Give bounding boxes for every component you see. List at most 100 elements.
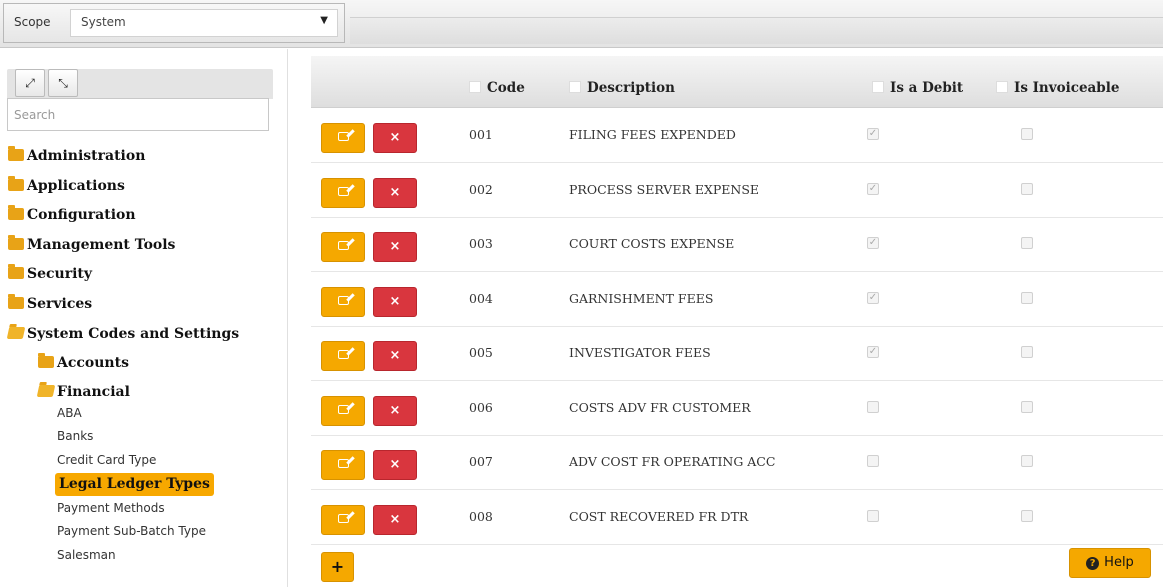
tree-item-services[interactable]: Services — [8, 293, 92, 315]
cell-description: COURT COSTS EXPENSE — [569, 236, 735, 251]
column-header-is-a-debit[interactable]: Is a Debit — [872, 80, 963, 96]
ledger-types-grid: Code Description Is a Debit Is Invoiceab… — [311, 56, 1163, 587]
cell-description: ADV COST FR OPERATING ACC — [569, 454, 776, 469]
search-input[interactable] — [7, 98, 269, 131]
cell-code: 006 — [469, 399, 493, 415]
cell-description: PROCESS SERVER EXPENSE — [569, 181, 760, 197]
tree-item-configuration[interactable]: Configuration — [8, 204, 136, 226]
edit-button[interactable] — [321, 504, 365, 535]
help-button[interactable]: ? Help — [1069, 548, 1151, 578]
delete-button[interactable]: × — [373, 232, 417, 262]
folder-icon — [8, 205, 24, 220]
is-invoiceable-checkbox[interactable] — [1021, 400, 1033, 413]
column-header-description[interactable]: Description — [569, 80, 675, 96]
cell-description: COST RECOVERED FR DTR — [569, 508, 749, 524]
edit-button[interactable] — [321, 286, 365, 317]
scope-bar: Scope System ▼ — [0, 0, 1163, 48]
is-debit-checkbox[interactable] — [867, 400, 879, 413]
tree-item-security[interactable]: Security — [8, 263, 92, 285]
tree-leaf-payment-methods[interactable]: Payment Methods — [55, 498, 165, 518]
is-debit-checkbox[interactable]: ✓ — [867, 237, 879, 249]
tree-item-applications[interactable]: Applications — [8, 175, 125, 197]
column-checkbox[interactable] — [872, 81, 884, 93]
edit-icon — [337, 132, 349, 141]
is-debit-checkbox[interactable]: ✓ — [867, 128, 879, 140]
delete-button[interactable]: × — [373, 341, 417, 371]
edit-icon — [337, 404, 349, 414]
delete-button[interactable]: × — [373, 123, 417, 153]
is-debit-checkbox[interactable] — [867, 509, 879, 522]
cell-code: 002 — [469, 181, 493, 197]
is-invoiceable-checkbox[interactable] — [1021, 346, 1033, 358]
delete-button[interactable]: × — [373, 177, 417, 208]
scope-select-value: System — [81, 15, 126, 29]
cell-code: 007 — [469, 454, 493, 469]
edit-button[interactable] — [321, 177, 365, 208]
folder-icon — [8, 176, 24, 191]
is-debit-checkbox[interactable]: ✓ — [867, 346, 879, 358]
tree-leaf-credit-card-type[interactable]: Credit Card Type — [55, 450, 156, 470]
edit-icon — [337, 295, 349, 305]
edit-button[interactable] — [321, 395, 365, 426]
edit-icon — [337, 241, 349, 250]
chevron-down-icon: ▼ — [320, 15, 328, 26]
tree-leaf-banks[interactable]: Banks — [55, 426, 93, 446]
folder-open-icon — [6, 327, 26, 339]
table-row: × 005 INVESTIGATOR FEES ✓ — [311, 327, 1163, 381]
tree-leaf-legal-ledger-types[interactable]: Legal Ledger Types — [55, 473, 214, 496]
tree-item-financial[interactable]: Financial — [36, 381, 130, 403]
tree-item-system-codes[interactable]: System Codes and Settings — [6, 323, 239, 345]
tree-item-management-tools[interactable]: Management Tools — [8, 234, 175, 256]
cell-code: 008 — [469, 508, 493, 524]
cell-description: FILING FEES EXPENDED — [569, 127, 736, 142]
folder-icon — [8, 146, 24, 161]
table-row: × 008 COST RECOVERED FR DTR — [311, 491, 1163, 545]
collapse-all-button[interactable]: ⤡ — [48, 69, 78, 97]
delete-button[interactable]: × — [373, 286, 417, 317]
table-row: × 007 ADV COST FR OPERATING ACC — [311, 436, 1163, 490]
sidebar-toolbar — [7, 69, 273, 99]
cell-description: INVESTIGATOR FEES — [569, 345, 711, 360]
cell-description: GARNISHMENT FEES — [569, 290, 714, 306]
tree-leaf-salesman[interactable]: Salesman — [55, 545, 116, 565]
folder-open-icon — [36, 385, 56, 397]
folder-icon — [8, 235, 24, 250]
delete-button[interactable]: × — [373, 450, 417, 480]
column-header-is-invoiceable[interactable]: Is Invoiceable — [996, 80, 1119, 96]
edit-icon — [337, 459, 349, 468]
table-row: × 004 GARNISHMENT FEES ✓ — [311, 273, 1163, 327]
is-invoiceable-checkbox[interactable] — [1021, 509, 1033, 522]
tree-item-accounts[interactable]: Accounts — [38, 352, 129, 374]
column-header-code[interactable]: Code — [469, 80, 525, 96]
delete-button[interactable]: × — [373, 395, 417, 426]
is-debit-checkbox[interactable] — [867, 455, 879, 467]
add-button[interactable]: + — [321, 552, 354, 582]
edit-button[interactable] — [321, 123, 365, 153]
is-invoiceable-checkbox[interactable] — [1021, 182, 1033, 195]
column-checkbox[interactable] — [996, 81, 1008, 93]
is-invoiceable-checkbox[interactable] — [1021, 237, 1033, 249]
column-checkbox[interactable] — [469, 81, 481, 93]
is-invoiceable-checkbox[interactable] — [1021, 455, 1033, 467]
is-invoiceable-checkbox[interactable] — [1021, 128, 1033, 140]
is-invoiceable-checkbox[interactable] — [1021, 291, 1033, 304]
edit-button[interactable] — [321, 232, 365, 262]
edit-icon — [337, 186, 349, 196]
tree-item-administration[interactable]: Administration — [8, 145, 145, 167]
scope-select[interactable]: System ▼ — [70, 9, 338, 37]
expand-all-button[interactable]: ⤢ — [15, 69, 45, 97]
edit-button[interactable] — [321, 341, 365, 371]
delete-button[interactable]: × — [373, 504, 417, 535]
is-debit-checkbox[interactable]: ✓ — [867, 182, 879, 195]
table-row: × 001 FILING FEES EXPENDED ✓ — [311, 109, 1163, 163]
column-checkbox[interactable] — [569, 81, 581, 93]
question-icon: ? — [1086, 557, 1100, 570]
edit-button[interactable] — [321, 450, 365, 480]
scope-label: Scope — [14, 15, 51, 29]
edit-icon — [337, 513, 349, 523]
sidebar: ⤢ ⤡ Administration Applications Configur… — [0, 49, 288, 587]
scope-container: Scope System ▼ — [3, 3, 345, 43]
tree-leaf-payment-sub-batch-type[interactable]: Payment Sub-Batch Type — [55, 521, 206, 541]
tree-leaf-aba[interactable]: ABA — [55, 403, 82, 423]
is-debit-checkbox[interactable]: ✓ — [867, 291, 879, 304]
